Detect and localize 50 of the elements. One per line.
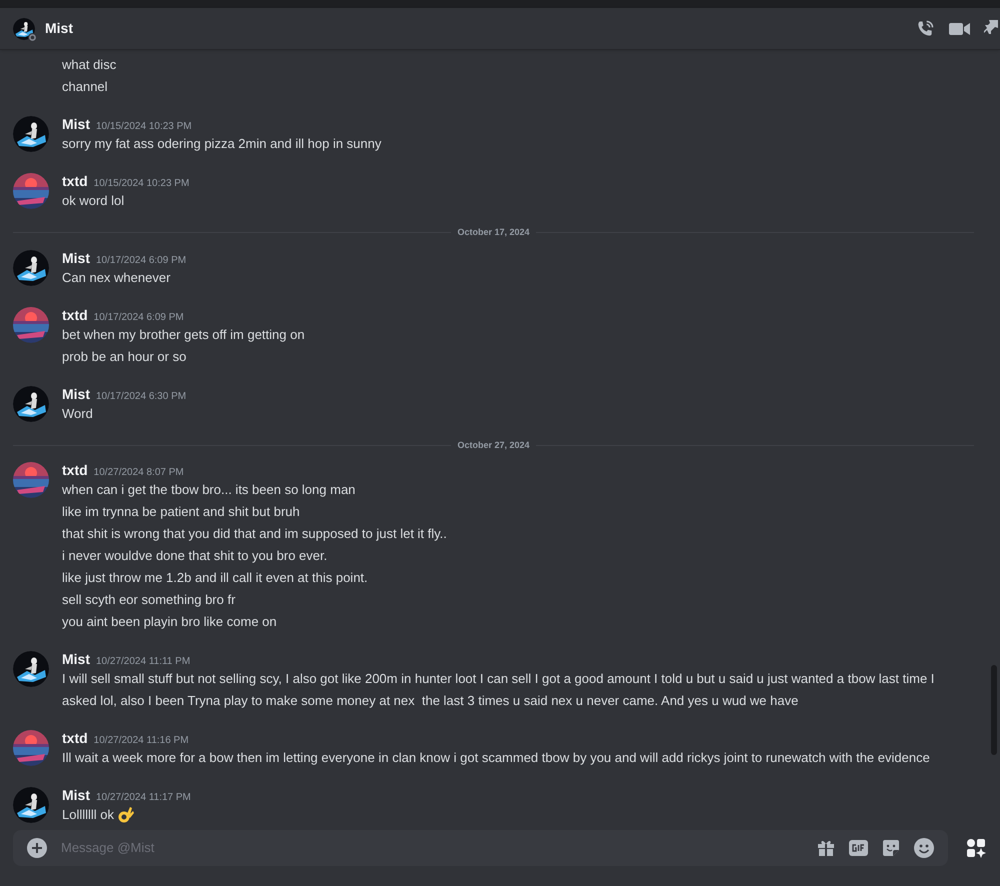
author-name[interactable]: txtd <box>62 729 88 747</box>
author-name[interactable]: Mist <box>62 786 90 804</box>
date-divider: October 27, 2024 <box>456 438 531 452</box>
author-name[interactable]: txtd <box>62 306 88 324</box>
timestamp: 10/15/2024 10:23 PM <box>94 177 190 191</box>
timestamp: 10/27/2024 8:07 PM <box>94 466 184 480</box>
gif-icon[interactable] <box>849 840 868 856</box>
emoji-icon[interactable] <box>914 838 934 858</box>
message-field[interactable]: Message @Mist <box>13 830 948 866</box>
add-icon[interactable] <box>27 838 47 858</box>
message-text: Lolllllll ok <box>62 806 114 824</box>
timestamp: 10/15/2024 10:23 PM <box>96 120 192 134</box>
timestamp: 10/27/2024 11:17 PM <box>96 791 191 805</box>
message-text: i never wouldve done that shit to you bro ever. <box>62 547 328 565</box>
author-name[interactable]: Mist <box>62 384 90 402</box>
timestamp: 10/27/2024 11:11 PM <box>96 655 190 669</box>
message-text: Word <box>62 404 93 422</box>
message-text: Ill wait a week more for a bow then im letting everyone in clan know i got scammed tbow by you and will add rickys joint to runewatch with the evidence <box>62 749 930 767</box>
sticker-icon[interactable] <box>882 839 900 857</box>
author-name[interactable]: Mist <box>62 115 90 133</box>
timestamp: 10/17/2024 6:30 PM <box>96 390 186 404</box>
author-name[interactable]: txtd <box>62 172 88 190</box>
status-icon <box>28 32 37 42</box>
timestamp: 10/27/2024 11:16 PM <box>94 734 189 748</box>
scrollbar[interactable] <box>991 665 997 755</box>
message-text: Can nex whenever <box>62 268 170 286</box>
gift-icon[interactable] <box>817 839 835 857</box>
author-name[interactable]: txtd <box>62 461 88 479</box>
message-text: that shit is wrong that you did that and im supposed to just let it fly.. <box>62 525 447 543</box>
message-text: channel <box>62 78 108 96</box>
message-text: you aint been playin bro like come on <box>62 613 277 631</box>
date-divider: October 17, 2024 <box>456 226 531 239</box>
message-text: what disc <box>62 56 116 74</box>
author-name[interactable]: Mist <box>62 248 90 266</box>
message-text: sell scyth eor something bro fr <box>62 591 236 609</box>
message-text: when can i get the tbow bro... its been so long man <box>62 481 356 499</box>
message-text: prob be an hour or so <box>62 348 186 366</box>
timestamp: 10/17/2024 6:09 PM <box>94 310 184 324</box>
message-input[interactable]: Message @Mist <box>61 838 803 858</box>
message-text: ok word lol <box>62 192 124 210</box>
message-text: bet when my brother gets off im getting on <box>62 326 305 344</box>
message-text: like just throw me 1.2b and ill call it even at this point. <box>62 569 368 587</box>
message-text: I will sell small stuff but not selling scy, I also got like 200m in hunter loot I can sell I got a good amount I told u but u said u just wanted a tbow last time I asked lol, also I been Tryna play to make some money at nex the last 3 times u said nex u never came. And yes u wud we have <box>62 670 936 710</box>
window-title: Mist <box>45 19 73 38</box>
message-text: like im trynna be patient and shit but bruh <box>62 503 300 521</box>
timestamp: 10/17/2024 6:09 PM <box>96 254 186 268</box>
author-name[interactable]: Mist <box>62 650 90 668</box>
message-text: sorry my fat ass odering pizza 2min and ill hop in sunny <box>62 135 382 153</box>
video-camera-icon[interactable] <box>949 20 970 36</box>
apps-icon[interactable] <box>966 838 986 858</box>
